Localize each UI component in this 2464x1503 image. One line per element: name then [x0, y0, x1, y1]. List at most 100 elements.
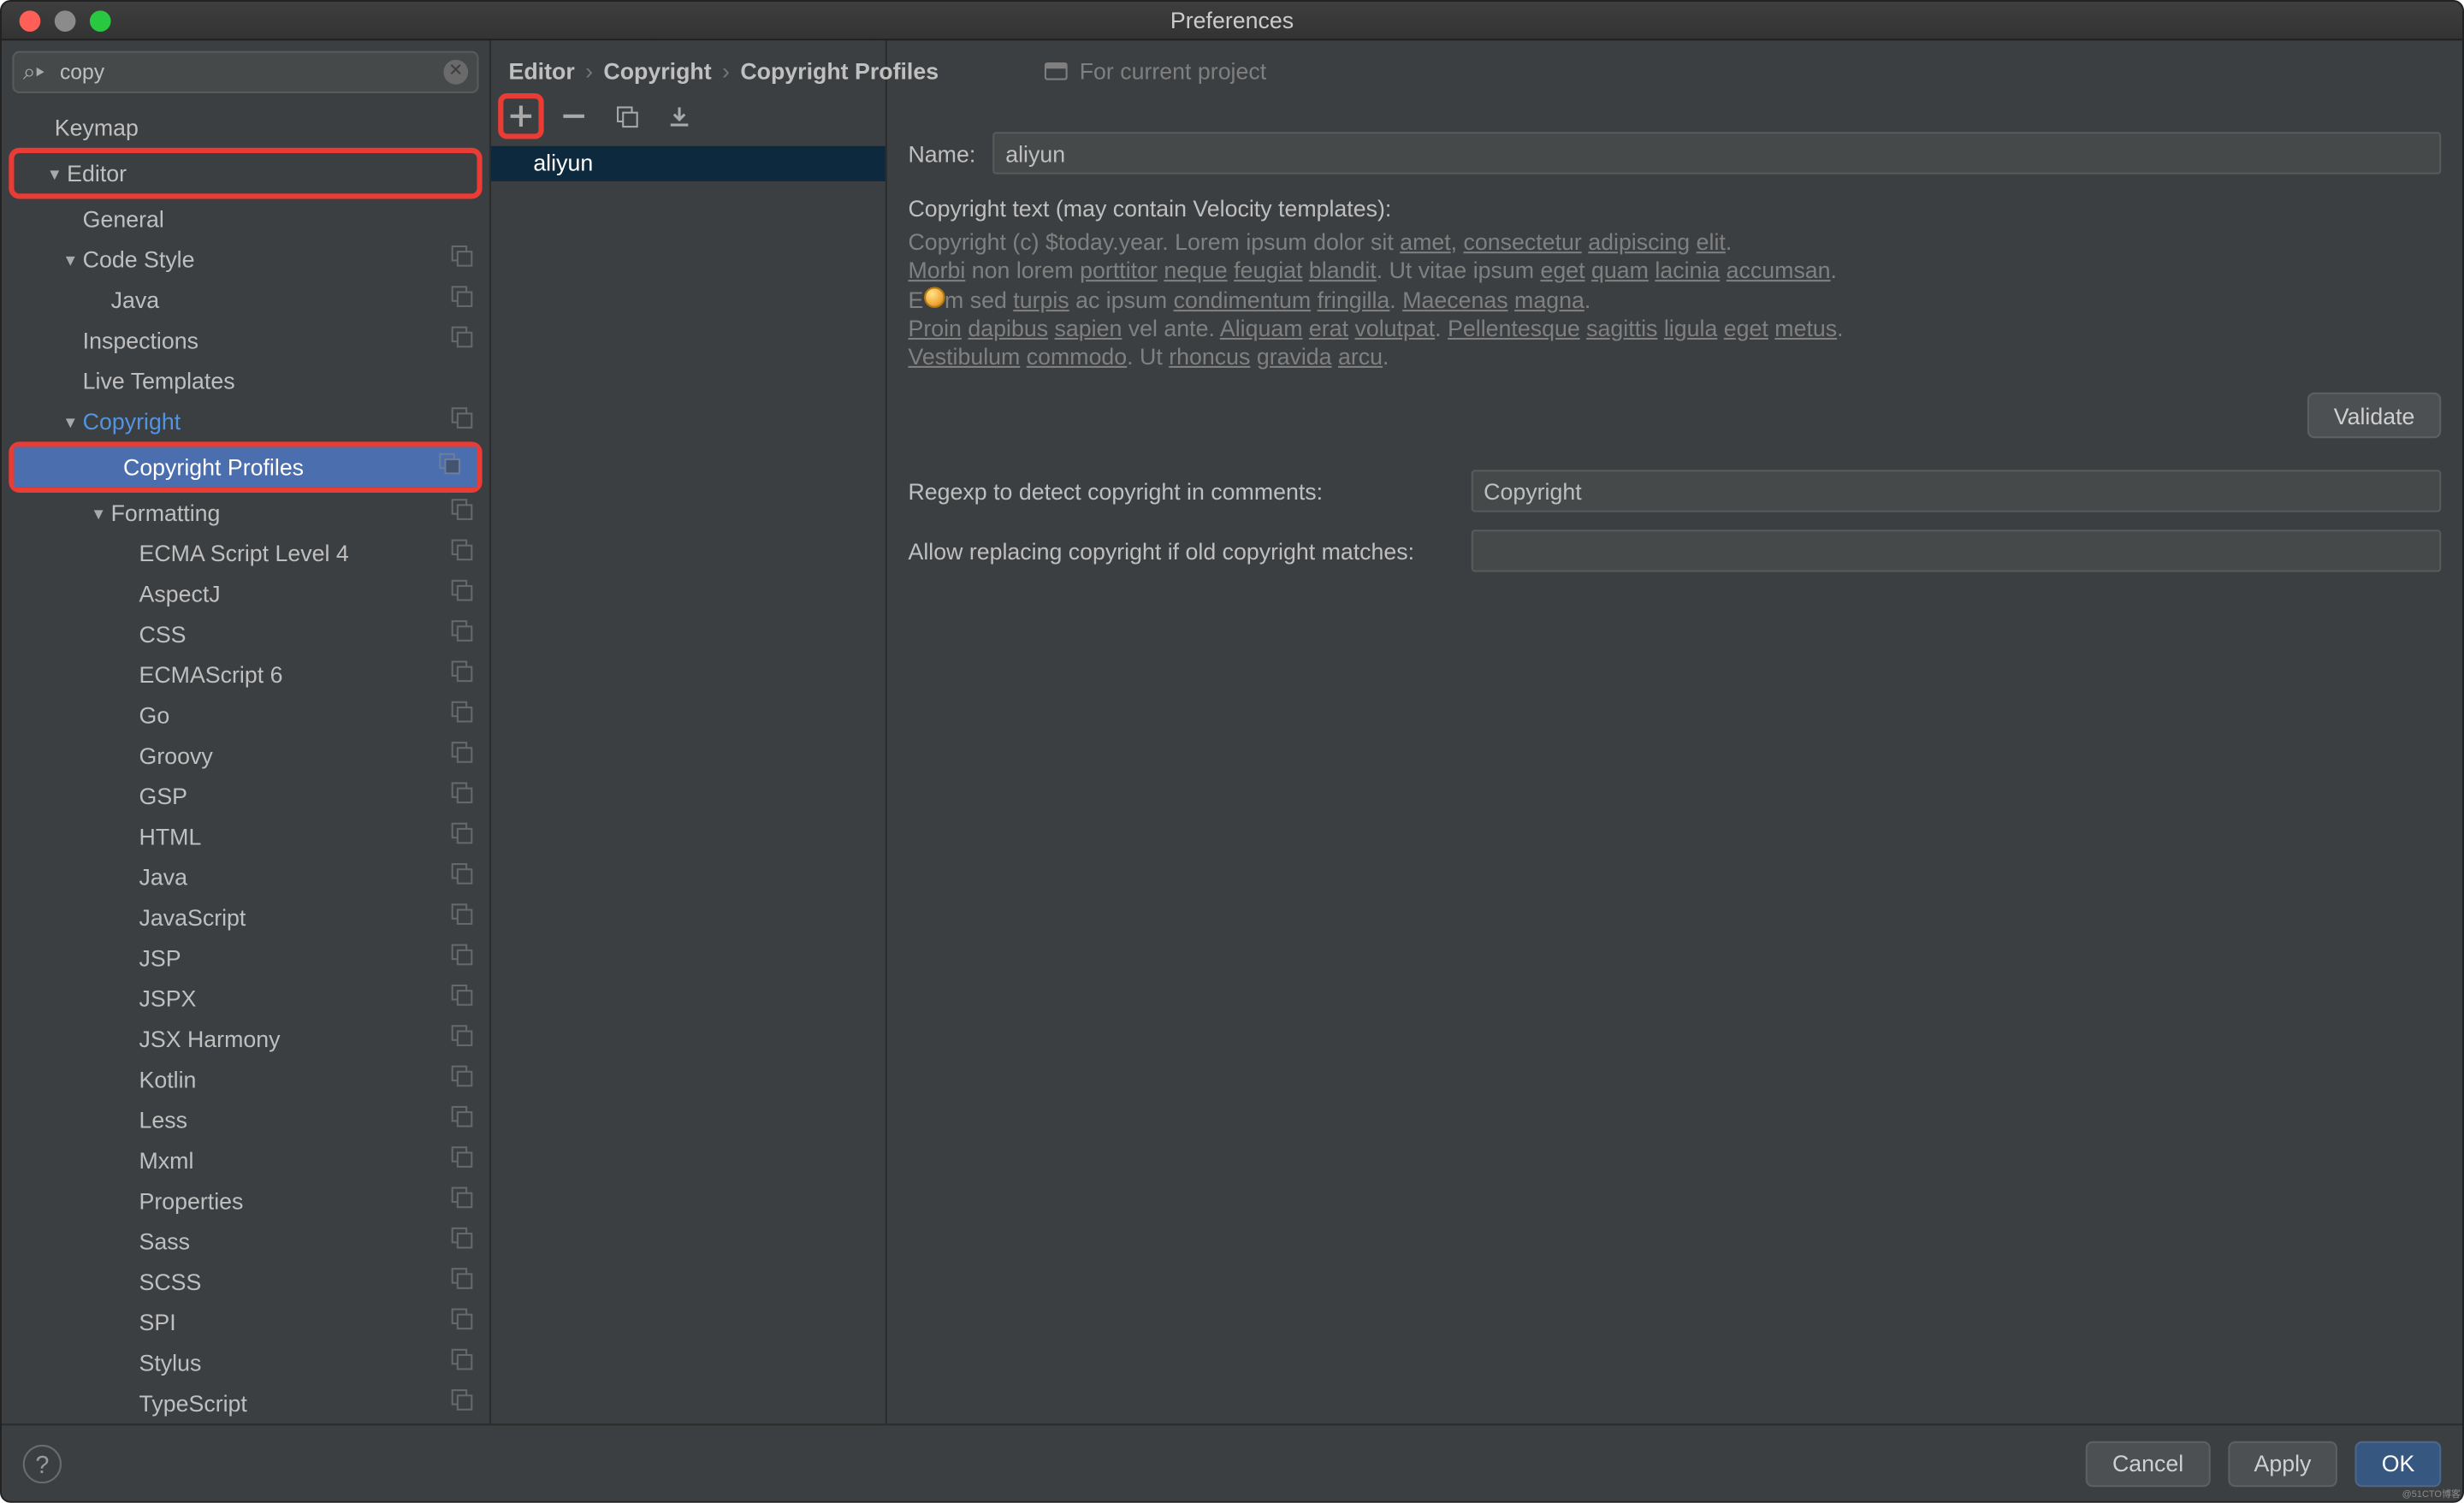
tree-node[interactable]: Java	[2, 857, 489, 897]
tree-node[interactable]: JSP	[2, 938, 489, 978]
remove-profile-button[interactable]	[554, 97, 593, 135]
breadcrumb-item[interactable]: Copyright Profiles	[740, 57, 939, 84]
tree-node[interactable]: Live Templates	[2, 361, 489, 401]
expand-arrow-icon: ▼	[42, 164, 67, 182]
profile-list-item[interactable]: aliyun	[491, 146, 886, 181]
breadcrumb-item[interactable]: Editor	[509, 57, 575, 84]
tree-node[interactable]: CSS	[2, 614, 489, 654]
tree-node[interactable]: AspectJ	[2, 574, 489, 614]
scheme-icon	[451, 741, 476, 771]
copyright-textarea[interactable]: Copyright (c) $today.year. Lorem ipsum d…	[908, 228, 2441, 371]
import-profile-button[interactable]	[660, 97, 698, 135]
tree-node[interactable]: Groovy	[2, 736, 489, 776]
add-profile-button[interactable]	[501, 97, 540, 135]
help-button[interactable]: ?	[23, 1444, 62, 1482]
tree-node-label: Properties	[139, 1188, 451, 1215]
scheme-icon	[451, 902, 476, 932]
tree-node[interactable]: HTML	[2, 817, 489, 857]
tree-node[interactable]: Copyright Profiles	[14, 447, 477, 488]
tree-node[interactable]: ▼Copyright	[2, 401, 489, 441]
tree-node-label: ECMA Script Level 4	[139, 541, 451, 567]
search-icon: ⌕▸	[23, 58, 44, 86]
name-input[interactable]	[993, 132, 2441, 174]
tree-node-label: Inspections	[83, 328, 451, 354]
settings-tree[interactable]: Keymap▼EditorGeneral▼Code StyleJavaInspe…	[2, 104, 489, 1423]
breadcrumb-item[interactable]: Copyright	[603, 57, 711, 84]
tree-node-label: Less	[139, 1107, 451, 1133]
tree-node-label: General	[83, 206, 476, 233]
tree-node[interactable]: JSX Harmony	[2, 1019, 489, 1059]
profile-column: Editor›Copyright›Copyright Profiles For …	[491, 40, 886, 1423]
window-title: Preferences	[2, 7, 2462, 33]
breadcrumb: Editor›Copyright›Copyright Profiles	[491, 43, 957, 91]
tree-node[interactable]: Properties	[2, 1181, 489, 1221]
scheme-icon	[451, 245, 476, 275]
tree-node[interactable]: ▼Formatting	[2, 493, 489, 533]
tree-node-label: Editor	[67, 160, 463, 186]
tree-node[interactable]: Kotlin	[2, 1059, 489, 1099]
tree-node[interactable]: ECMAScript 6	[2, 654, 489, 695]
tree-node[interactable]: Java	[2, 280, 489, 320]
tree-node[interactable]: Keymap	[2, 107, 489, 147]
tree-node-label: Sass	[139, 1228, 451, 1255]
scheme-icon	[451, 1024, 476, 1054]
tree-node-label: TypeScript	[139, 1390, 451, 1417]
tree-node-label: Keymap	[55, 115, 476, 141]
tree-node-label: Groovy	[139, 743, 451, 769]
tree-node-label: AspectJ	[139, 581, 451, 607]
tree-node-label: JSX Harmony	[139, 1026, 451, 1052]
tree-node[interactable]: Go	[2, 695, 489, 736]
validate-button[interactable]: Validate	[2307, 393, 2441, 438]
footer: ? Cancel Apply OK	[2, 1423, 2462, 1501]
tree-node[interactable]: JavaScript	[2, 897, 489, 938]
tree-node[interactable]: TypeScript	[2, 1383, 489, 1423]
scheme-icon	[451, 660, 476, 689]
expand-arrow-icon: ▼	[58, 251, 83, 269]
tree-node[interactable]: ▼Editor	[14, 153, 477, 193]
tree-node[interactable]: SPI	[2, 1302, 489, 1342]
ok-button[interactable]: OK	[2355, 1441, 2441, 1486]
tree-node[interactable]: Mxml	[2, 1140, 489, 1181]
scheme-icon	[451, 538, 476, 568]
tree-node-label: SPI	[139, 1310, 451, 1336]
tree-node-label: Stylus	[139, 1350, 451, 1376]
tree-node[interactable]: ECMA Script Level 4	[2, 533, 489, 573]
tree-node-label: Kotlin	[139, 1067, 451, 1093]
regex-input[interactable]	[1472, 470, 2441, 512]
tree-node-label: Copyright	[83, 408, 451, 435]
allow-replace-label: Allow replacing copyright if old copyrig…	[908, 538, 1454, 565]
tree-node[interactable]: Stylus	[2, 1343, 489, 1383]
scheme-icon	[451, 1186, 476, 1216]
tree-node[interactable]: SCSS	[2, 1262, 489, 1302]
tree-node-label: SCSS	[139, 1269, 451, 1295]
expand-arrow-icon: ▼	[86, 504, 111, 522]
copy-profile-button[interactable]	[607, 97, 646, 135]
main-panel: Name: Copyright text (may contain Veloci…	[886, 40, 2462, 1423]
scheme-icon	[451, 619, 476, 649]
allow-replace-input[interactable]	[1472, 530, 2441, 572]
scheme-icon	[451, 579, 476, 609]
tree-node-label: CSS	[139, 621, 451, 648]
expand-arrow-icon: ▼	[58, 412, 83, 430]
tree-node[interactable]: General	[2, 198, 489, 239]
tree-node[interactable]: JSPX	[2, 979, 489, 1019]
cancel-button[interactable]: Cancel	[2086, 1441, 2210, 1486]
search-input[interactable]	[12, 51, 478, 93]
watermark: @51CTO博客	[2402, 1487, 2461, 1500]
tree-node[interactable]: Inspections	[2, 320, 489, 360]
project-hint-label: For current project	[1080, 57, 1266, 84]
profile-toolbar	[491, 93, 886, 146]
tree-node[interactable]: Sass	[2, 1222, 489, 1262]
tree-node[interactable]: ▼Code Style	[2, 240, 489, 280]
tree-node-label: Live Templates	[83, 368, 476, 394]
tree-node-label: JSPX	[139, 985, 451, 1012]
tree-node[interactable]: Less	[2, 1100, 489, 1140]
scheme-icon	[451, 822, 476, 852]
tree-node[interactable]: GSP	[2, 776, 489, 816]
tree-node-label: Go	[139, 702, 451, 729]
clear-search-icon[interactable]: ✕	[443, 60, 468, 85]
regex-label: Regexp to detect copyright in comments:	[908, 478, 1454, 505]
profile-list[interactable]: aliyun	[491, 146, 886, 1423]
apply-button[interactable]: Apply	[2228, 1441, 2338, 1486]
scheme-icon	[451, 1267, 476, 1297]
